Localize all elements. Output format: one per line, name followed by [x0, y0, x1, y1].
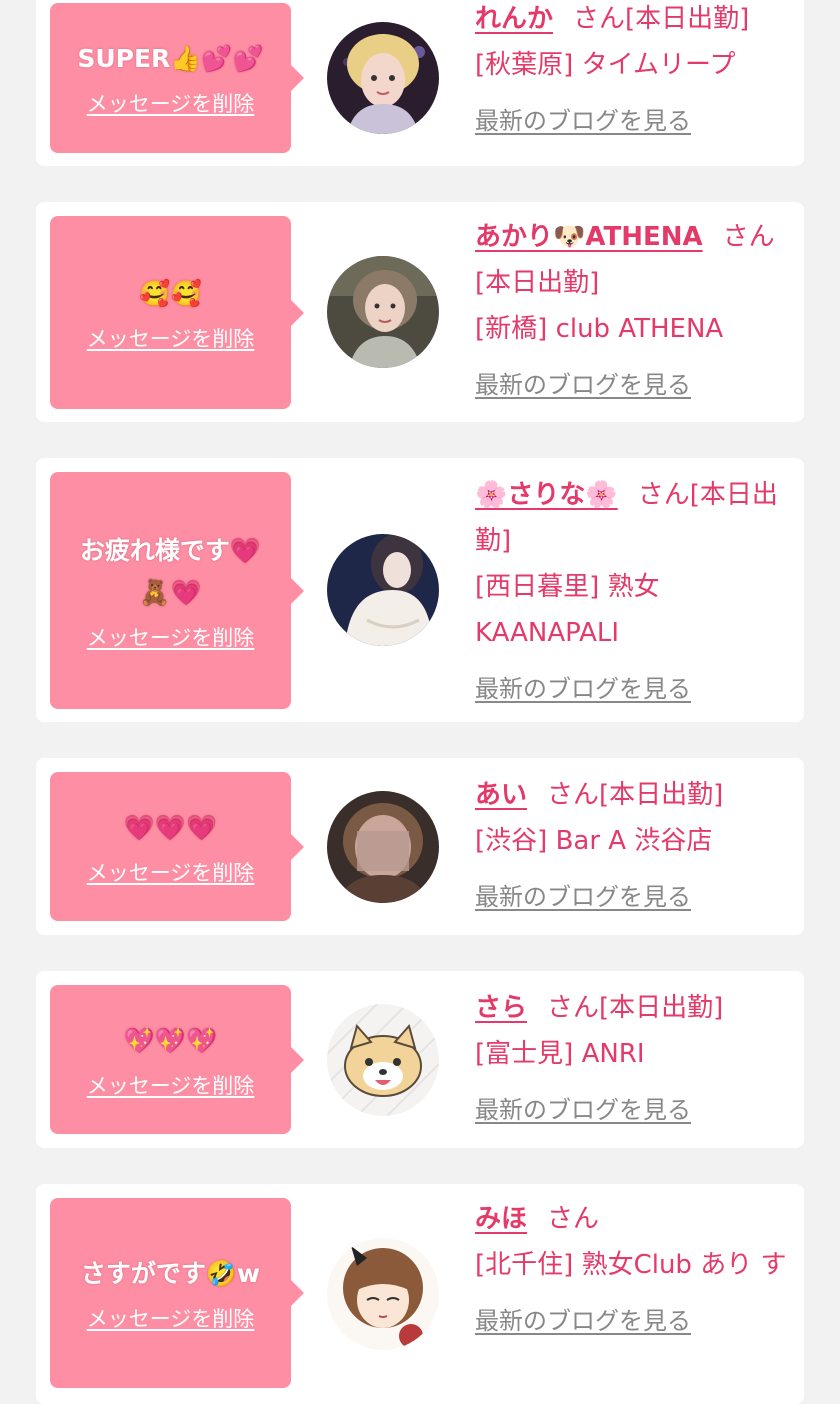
- shop-name: ANRI: [581, 1039, 645, 1069]
- message-text: 💗💗💗: [123, 812, 218, 842]
- message-text: お疲れ様です💗🧸💗: [79, 535, 262, 607]
- cast-name-link[interactable]: あかり🐶ATHENA: [475, 222, 703, 252]
- honorific: さん: [547, 993, 600, 1023]
- latest-blog-link[interactable]: 最新のブログを見る: [475, 98, 691, 144]
- cast-info: れんか さん[本日出勤] [秋葉原] タイムリープ 最新のブログを見る: [475, 0, 790, 144]
- area: [新橋]: [475, 314, 548, 344]
- message-text: SUPER👍💕💕: [77, 44, 264, 73]
- delete-message-link[interactable]: メッセージを削除: [87, 857, 255, 887]
- message-card: SUPER👍💕💕 メッセージを削除 れんか さん[本日出勤] [秋葉原] タイムリ…: [36, 0, 804, 166]
- delete-message-link[interactable]: メッセージを削除: [87, 1070, 255, 1100]
- attendance-status: [本日出勤]: [475, 268, 600, 298]
- message-bubble: 🥰🥰 メッセージを削除: [50, 216, 304, 409]
- cast-info: あかり🐶ATHENA さん [本日出勤] [新橋] club ATHENA 最新のブ…: [475, 214, 790, 408]
- latest-blog-link[interactable]: 最新のブログを見る: [475, 1298, 691, 1344]
- message-bubble: 💗💗💗 メッセージを削除: [50, 772, 304, 921]
- message-bubble: 💖💖💖 メッセージを削除: [50, 985, 304, 1134]
- cast-name-link[interactable]: みほ: [475, 1204, 527, 1234]
- message-card: 💗💗💗 メッセージを削除 あい さん[本日出勤] [渋谷] Bar A 渋谷店 最…: [36, 758, 804, 935]
- message-bubble: さすがです🤣w メッセージを削除: [50, 1198, 304, 1388]
- avatar[interactable]: [327, 791, 439, 903]
- latest-blog-link[interactable]: 最新のブログを見る: [475, 874, 691, 920]
- avatar[interactable]: [327, 1004, 439, 1116]
- girl-photo-icon: [327, 256, 439, 368]
- honorific: さん: [573, 4, 626, 34]
- girl-illustration-icon: [327, 1238, 439, 1350]
- latest-blog-link[interactable]: 最新のブログを見る: [475, 666, 691, 712]
- honorific: さん: [722, 222, 775, 252]
- delete-message-link[interactable]: メッセージを削除: [87, 1303, 255, 1333]
- honorific: さん: [547, 780, 600, 810]
- attendance-status: [本日出勤]: [599, 780, 724, 810]
- shop-name: 熟女Club あり す: [581, 1250, 787, 1280]
- message-card: 💖💖💖 メッセージを削除 さら さん[本日出勤] [富士見] ANRI 最新のブロ…: [36, 971, 804, 1148]
- message-card: さすがです🤣w メッセージを削除 みほ さん [北千住] 熟女Club あり す …: [36, 1184, 804, 1404]
- message-bubble: お疲れ様です💗🧸💗 メッセージを削除: [50, 472, 304, 709]
- cast-info: あい さん[本日出勤] [渋谷] Bar A 渋谷店 最新のブログを見る: [475, 772, 790, 920]
- shop-name: Bar A 渋谷店: [555, 826, 713, 856]
- area: [西日暮里]: [475, 572, 600, 602]
- delete-message-link[interactable]: メッセージを削除: [87, 622, 255, 652]
- shop-name: club ATHENA: [555, 314, 724, 344]
- latest-blog-link[interactable]: 最新のブログを見る: [475, 362, 691, 408]
- attendance-status: [本日出勤]: [599, 993, 724, 1023]
- delete-message-link[interactable]: メッセージを削除: [87, 88, 255, 118]
- girl-photo-icon: [327, 22, 439, 134]
- girl-photo-icon: [327, 534, 439, 646]
- shop-name: タイムリープ: [581, 50, 736, 80]
- area: [富士見]: [475, 1039, 574, 1069]
- avatar[interactable]: [327, 534, 439, 646]
- cast-name-link[interactable]: れんか: [475, 4, 553, 34]
- message-bubble: SUPER👍💕💕 メッセージを削除: [50, 3, 304, 153]
- blurred-photo-icon: [327, 791, 439, 903]
- cast-name-link[interactable]: さら: [475, 993, 527, 1023]
- avatar[interactable]: [327, 22, 439, 134]
- message-text: 🥰🥰: [139, 278, 202, 308]
- message-card: 🥰🥰 メッセージを削除 あかり🐶ATHENA さん [本日出勤] [新橋] club…: [36, 202, 804, 422]
- avatar[interactable]: [327, 1238, 439, 1350]
- cast-name-link[interactable]: 🌸さりな🌸: [475, 480, 618, 510]
- area: [秋葉原]: [475, 50, 574, 80]
- area: [北千住]: [475, 1250, 574, 1280]
- message-card: お疲れ様です💗🧸💗 メッセージを削除 🌸さりな🌸 さん[本日出勤] [西日暮里] …: [36, 458, 804, 722]
- cast-name-link[interactable]: あい: [475, 780, 527, 810]
- cast-info: さら さん[本日出勤] [富士見] ANRI 最新のブログを見る: [475, 985, 790, 1133]
- avatar[interactable]: [327, 256, 439, 368]
- honorific: さん: [547, 1204, 600, 1234]
- cast-info: 🌸さりな🌸 さん[本日出勤] [西日暮里] 熟女KAANAPALI 最新のブログを…: [475, 472, 790, 712]
- message-text: さすがです🤣w: [80, 1259, 261, 1288]
- latest-blog-link[interactable]: 最新のブログを見る: [475, 1087, 691, 1133]
- honorific: さん: [637, 480, 690, 510]
- delete-message-link[interactable]: メッセージを削除: [87, 323, 255, 353]
- cast-info: みほ さん [北千住] 熟女Club あり す 最新のブログを見る: [475, 1196, 790, 1344]
- attendance-status: [本日出勤]: [625, 4, 750, 34]
- message-text: 💖💖💖: [123, 1025, 218, 1055]
- dog-illustration-icon: [327, 1004, 439, 1116]
- area: [渋谷]: [475, 826, 548, 856]
